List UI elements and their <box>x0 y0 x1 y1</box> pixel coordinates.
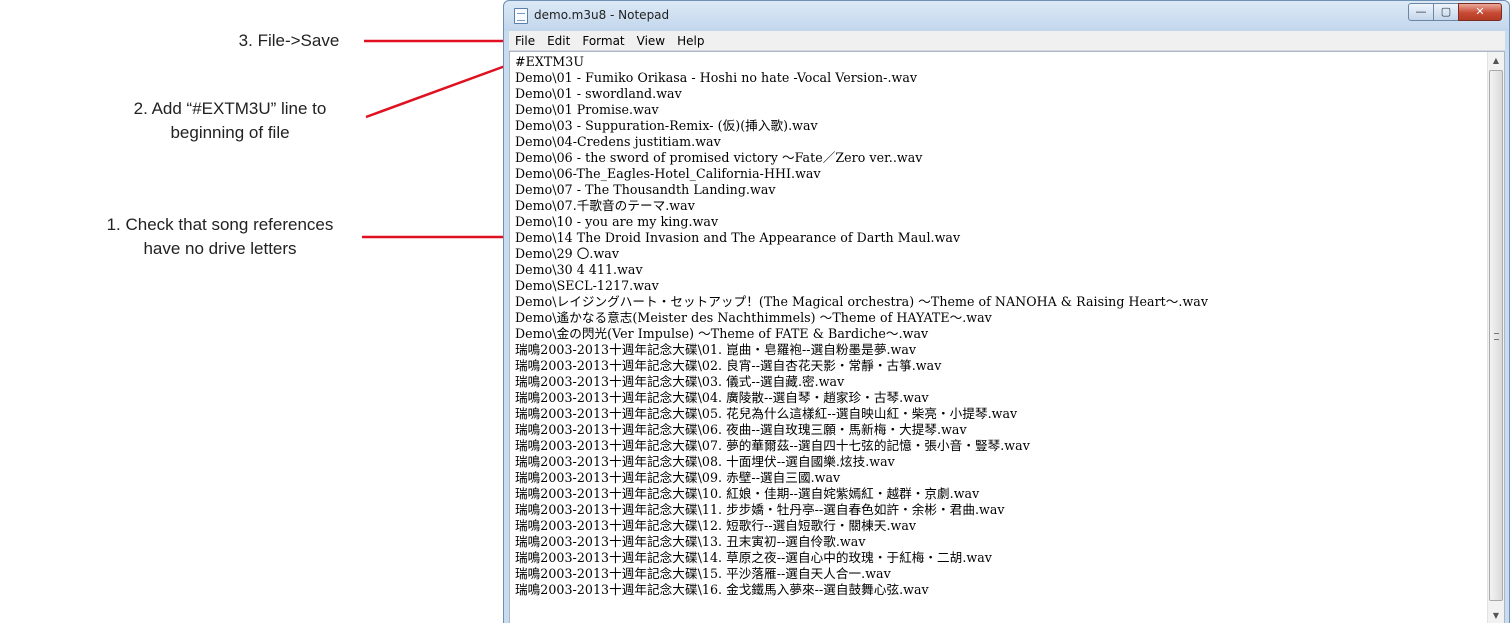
text-line[interactable]: 瑞鳴2003-2013十週年記念大碟\14. 草原之夜--選自心中的玫瑰・于紅梅… <box>515 550 1486 566</box>
annotation-save: 3. File->Save <box>204 29 374 53</box>
annotation-add-extm3u-line-2: beginning of file <box>170 123 290 142</box>
arrow-to-extm3u-line <box>365 63 509 119</box>
text-line[interactable]: Demo\06-The_Eagles-Hotel_California-HHI.… <box>515 166 1486 182</box>
scroll-down-arrow-icon[interactable]: ▼ <box>1488 607 1504 623</box>
text-line[interactable]: Demo\SECL-1217.wav <box>515 278 1486 294</box>
text-line[interactable]: 瑞鳴2003-2013十週年記念大碟\06. 夜曲--選自玫瑰三願・馬新梅・大提… <box>515 422 1486 438</box>
annotation-check-line-2: have no drive letters <box>143 239 297 258</box>
text-editor[interactable]: #EXTM3U Demo\01 - Fumiko Orikasa - Hoshi … <box>509 51 1505 623</box>
annotation-check-line-1: 1. Check that song references <box>106 215 334 234</box>
text-line[interactable]: Demo\01 - swordland.wav <box>515 86 1486 102</box>
text-line[interactable]: 瑞鳴2003-2013十週年記念大碟\08. 十面埋伏--選自國樂.炫技.wav <box>515 454 1486 470</box>
text-line[interactable]: 瑞鳴2003-2013十週年記念大碟\12. 短歌行--選自短歌行・關棟天.wa… <box>515 518 1486 534</box>
text-line[interactable]: 瑞鳴2003-2013十週年記念大碟\04. 廣陵散--選自琴・趙家珍・古琴.w… <box>515 390 1486 406</box>
text-line[interactable]: Demo\遙かなる意志(Meister des Nachthimmels) ～T… <box>515 310 1486 326</box>
close-button[interactable]: ✕ <box>1458 3 1502 21</box>
text-line[interactable]: Demo\14 The Droid Invasion and The Appea… <box>515 230 1486 246</box>
window-controls: — ▢ ✕ <box>1408 3 1502 21</box>
text-line[interactable]: Demo\29 〇.wav <box>515 246 1486 262</box>
notepad-icon <box>514 8 528 24</box>
text-line[interactable]: 瑞鳴2003-2013十週年記念大碟\16. 金戈鐵馬入夢來--選自鼓舞心弦.w… <box>515 582 1486 598</box>
text-line[interactable]: Demo\01 Promise.wav <box>515 102 1486 118</box>
text-line[interactable]: 瑞鳴2003-2013十週年記念大碟\09. 赤壁--選自三國.wav <box>515 470 1486 486</box>
text-line[interactable]: 瑞鳴2003-2013十週年記念大碟\01. 崑曲・皂羅袍--選自粉墨是夢.wa… <box>515 342 1486 358</box>
menu-view[interactable]: View <box>631 34 671 48</box>
text-line[interactable]: Demo\01 - Fumiko Orikasa - Hoshi no hate… <box>515 70 1486 86</box>
text-line[interactable]: Demo\金の閃光(Ver Impulse) ～Theme of FATE & … <box>515 326 1486 342</box>
text-line[interactable]: Demo\03 - Suppuration-Remix- (仮)(挿入歌).wa… <box>515 118 1486 134</box>
text-line[interactable]: Demo\07.千歌音のテーマ.wav <box>515 198 1486 214</box>
text-line[interactable]: #EXTM3U <box>515 54 1486 70</box>
text-line[interactable]: Demo\レイジングハート・セットアップ！(The Magical orches… <box>515 294 1486 310</box>
text-line[interactable]: Demo\10 - you are my king.wav <box>515 214 1486 230</box>
text-line[interactable]: 瑞鳴2003-2013十週年記念大碟\02. 良宵--選自杏花天影・常靜・古箏.… <box>515 358 1486 374</box>
scrollbar-grip-icon <box>1494 333 1499 340</box>
text-line[interactable]: 瑞鳴2003-2013十週年記念大碟\07. 夢的華爾茲--選自四十七弦的記憶・… <box>515 438 1486 454</box>
vertical-scrollbar[interactable]: ▲ ▼ <box>1487 52 1504 623</box>
text-line[interactable]: 瑞鳴2003-2013十週年記念大碟\05. 花兒為什么這樣紅--選自映山紅・柴… <box>515 406 1486 422</box>
scrollbar-thumb[interactable] <box>1489 70 1503 601</box>
title-bar[interactable]: demo.m3u8 - Notepad — ▢ ✕ <box>504 1 1509 31</box>
text-line[interactable]: 瑞鳴2003-2013十週年記念大碟\11. 步步嬌・牡丹亭--選自春色如許・余… <box>515 502 1486 518</box>
text-line[interactable]: 瑞鳴2003-2013十週年記念大碟\15. 平沙落雁--選自天人合一.wav <box>515 566 1486 582</box>
annotation-add-extm3u: 2. Add “#EXTM3U” line to beginning of fi… <box>100 97 360 145</box>
text-line[interactable]: Demo\04-Credens justitiam.wav <box>515 134 1486 150</box>
minimize-button[interactable]: — <box>1408 3 1434 21</box>
text-line[interactable]: 瑞鳴2003-2013十週年記念大碟\03. 儀式--選自藏.密.wav <box>515 374 1486 390</box>
menu-help[interactable]: Help <box>671 34 710 48</box>
menu-edit[interactable]: Edit <box>541 34 576 48</box>
text-line[interactable]: Demo\30 4 411.wav <box>515 262 1486 278</box>
notepad-window: demo.m3u8 - Notepad — ▢ ✕ File Edit Form… <box>503 0 1510 623</box>
maximize-button[interactable]: ▢ <box>1433 3 1459 21</box>
text-line[interactable]: 瑞鳴2003-2013十週年記念大碟\10. 紅娘・佳期--選自姹紫嫣紅・越群・… <box>515 486 1486 502</box>
text-line[interactable]: Demo\06 - the sword of promised victory … <box>515 150 1486 166</box>
window-title: demo.m3u8 - Notepad <box>534 8 670 22</box>
text-line[interactable]: 瑞鳴2003-2013十週年記念大碟\13. 丑末寅初--選自伶歌.wav <box>515 534 1486 550</box>
menu-bar: File Edit Format View Help <box>509 31 1505 51</box>
menu-format[interactable]: Format <box>576 34 630 48</box>
annotation-add-extm3u-line-1: 2. Add “#EXTM3U” line to <box>133 99 327 118</box>
text-content[interactable]: #EXTM3U Demo\01 - Fumiko Orikasa - Hoshi … <box>510 54 1486 623</box>
menu-file[interactable]: File <box>509 34 541 48</box>
scroll-up-arrow-icon[interactable]: ▲ <box>1488 52 1504 69</box>
annotation-save-line: 3. File->Save <box>238 31 340 50</box>
annotation-check-drive-letters: 1. Check that song references have no dr… <box>80 213 360 261</box>
text-line[interactable]: Demo\07 - The Thousandth Landing.wav <box>515 182 1486 198</box>
